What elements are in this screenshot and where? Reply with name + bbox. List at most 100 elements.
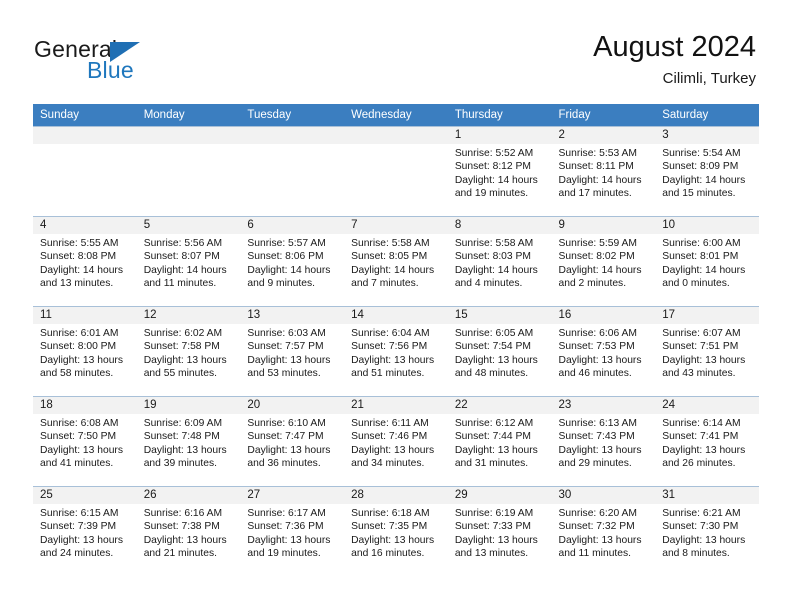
sunrise-text: Sunrise: 5:52 AM xyxy=(454,148,534,159)
calendar-cell-empty xyxy=(240,126,345,217)
sunrise-text: Sunrise: 6:18 AM xyxy=(351,508,430,519)
calendar-cell-day[interactable]: 20 Sunrise: 6:10 AM Sunset: 7:47 PM Dayligh… xyxy=(240,396,345,487)
day-number: 26 xyxy=(136,487,241,504)
calendar-cell-day[interactable]: 23 Sunrise: 6:13 AM Sunset: 7:43 PM Dayligh… xyxy=(551,396,656,487)
daylight-text: Daylight: 14 hours and 4 minutes. xyxy=(454,264,538,290)
daylight-text: Daylight: 13 hours and 13 minutes. xyxy=(454,534,538,560)
calendar-cell-day[interactable]: 6 Sunrise: 5:57 AM Sunset: 8:06 PM Daylight… xyxy=(240,216,345,307)
daylight-text: Daylight: 14 hours and 19 minutes. xyxy=(454,174,538,200)
day-details: Sunrise: 6:18 AM Sunset: 7:35 PM Daylight:… xyxy=(344,504,448,561)
calendar-cell-day[interactable]: 10 Sunrise: 6:00 AM Sunset: 8:01 PM Dayligh… xyxy=(655,216,759,307)
calendar-table: Sunday Monday Tuesday Wednesday Thursday… xyxy=(33,104,759,576)
calendar-cell-day[interactable]: 9 Sunrise: 5:59 AM Sunset: 8:02 PM Daylight… xyxy=(551,216,656,307)
day-number: 8 xyxy=(447,217,552,234)
calendar-cell-empty xyxy=(136,126,241,217)
sunrise-text: Sunrise: 5:58 AM xyxy=(454,238,534,249)
calendar-cell-day[interactable]: 7 Sunrise: 5:58 AM Sunset: 8:05 PM Daylight… xyxy=(344,216,448,307)
calendar-cell-day[interactable]: 31 Sunrise: 6:21 AM Sunset: 7:30 PM Dayligh… xyxy=(655,486,759,576)
sunrise-text: Sunrise: 5:54 AM xyxy=(662,148,741,159)
calendar-cell-day[interactable]: 28 Sunrise: 6:18 AM Sunset: 7:35 PM Dayligh… xyxy=(344,486,448,576)
day-cell: 20 Sunrise: 6:10 AM Sunset: 7:47 PM Dayligh… xyxy=(240,397,345,486)
day-cell xyxy=(344,127,448,216)
day-details: Sunrise: 6:20 AM Sunset: 7:32 PM Daylight:… xyxy=(552,504,656,561)
daylight-text: Daylight: 13 hours and 31 minutes. xyxy=(454,444,538,470)
sunset-text: Sunset: 7:57 PM xyxy=(247,341,324,353)
calendar-cell-day[interactable]: 19 Sunrise: 6:09 AM Sunset: 7:48 PM Dayligh… xyxy=(136,396,241,487)
day-details: Sunrise: 6:10 AM Sunset: 7:47 PM Daylight:… xyxy=(240,414,344,471)
day-number: 17 xyxy=(655,307,759,324)
brand-logo[interactable]: General Blue xyxy=(34,36,264,88)
calendar-cell-empty xyxy=(33,126,137,217)
calendar-cell-day[interactable]: 24 Sunrise: 6:14 AM Sunset: 7:41 PM Dayligh… xyxy=(655,396,759,487)
sunset-text: Sunset: 7:36 PM xyxy=(247,521,324,533)
calendar-cell-day[interactable]: 21 Sunrise: 6:11 AM Sunset: 7:46 PM Dayligh… xyxy=(344,396,448,487)
day-number: 3 xyxy=(655,127,759,144)
calendar-cell-day[interactable]: 11 Sunrise: 6:01 AM Sunset: 8:00 PM Dayligh… xyxy=(33,306,137,397)
calendar-cell-day[interactable]: 22 Sunrise: 6:12 AM Sunset: 7:44 PM Dayligh… xyxy=(447,396,552,487)
calendar-cell-day[interactable]: 30 Sunrise: 6:20 AM Sunset: 7:32 PM Dayligh… xyxy=(551,486,656,576)
sunset-text: Sunset: 7:54 PM xyxy=(454,341,531,353)
day-number: 22 xyxy=(447,397,552,414)
daylight-text: Daylight: 13 hours and 21 minutes. xyxy=(143,534,227,560)
day-details: Sunrise: 6:05 AM Sunset: 7:54 PM Daylight:… xyxy=(448,324,552,381)
day-cell: 13 Sunrise: 6:03 AM Sunset: 7:57 PM Dayligh… xyxy=(240,307,345,396)
daylight-text: Daylight: 14 hours and 15 minutes. xyxy=(662,174,746,200)
day-details: Sunrise: 6:12 AM Sunset: 7:44 PM Daylight:… xyxy=(448,414,552,471)
calendar-cell-day[interactable]: 12 Sunrise: 6:02 AM Sunset: 7:58 PM Dayligh… xyxy=(136,306,241,397)
day-details: Sunrise: 5:58 AM Sunset: 8:05 PM Daylight:… xyxy=(344,234,448,291)
day-cell: 7 Sunrise: 5:58 AM Sunset: 8:05 PM Daylight… xyxy=(344,217,448,306)
calendar-cell-day[interactable]: 29 Sunrise: 6:19 AM Sunset: 7:33 PM Dayligh… xyxy=(447,486,552,576)
day-number: 30 xyxy=(551,487,656,504)
calendar-cell-day[interactable]: 4 Sunrise: 5:55 AM Sunset: 8:08 PM Daylight… xyxy=(33,216,137,307)
daylight-text: Daylight: 13 hours and 43 minutes. xyxy=(662,354,746,380)
daylight-text: Daylight: 14 hours and 2 minutes. xyxy=(558,264,642,290)
sunrise-text: Sunrise: 6:00 AM xyxy=(662,238,741,249)
calendar-cell-day[interactable]: 15 Sunrise: 6:05 AM Sunset: 7:54 PM Dayligh… xyxy=(447,306,552,397)
calendar-cell-day[interactable]: 13 Sunrise: 6:03 AM Sunset: 7:57 PM Dayligh… xyxy=(240,306,345,397)
column-header-thursday: Thursday xyxy=(447,104,552,127)
sunrise-text: Sunrise: 6:15 AM xyxy=(40,508,119,519)
day-cell: 15 Sunrise: 6:05 AM Sunset: 7:54 PM Dayligh… xyxy=(447,307,552,396)
calendar-week-row: 1 Sunrise: 5:52 AM Sunset: 8:12 PM Daylight… xyxy=(33,126,759,217)
calendar-cell-day[interactable]: 14 Sunrise: 6:04 AM Sunset: 7:56 PM Dayligh… xyxy=(344,306,448,397)
calendar-cell-day[interactable]: 1 Sunrise: 5:52 AM Sunset: 8:12 PM Daylight… xyxy=(447,126,552,217)
sunrise-text: Sunrise: 5:58 AM xyxy=(351,238,430,249)
sunrise-text: Sunrise: 6:05 AM xyxy=(454,328,534,339)
sunset-text: Sunset: 7:41 PM xyxy=(662,431,739,443)
sunset-text: Sunset: 7:39 PM xyxy=(40,521,117,533)
calendar-cell-day[interactable]: 2 Sunrise: 5:53 AM Sunset: 8:11 PM Daylight… xyxy=(551,126,656,217)
daylight-text: Daylight: 13 hours and 55 minutes. xyxy=(143,354,227,380)
day-cell: 30 Sunrise: 6:20 AM Sunset: 7:32 PM Dayligh… xyxy=(551,487,656,576)
daylight-text: Daylight: 13 hours and 48 minutes. xyxy=(454,354,538,380)
sunrise-text: Sunrise: 6:08 AM xyxy=(40,418,119,429)
daylight-text: Daylight: 14 hours and 13 minutes. xyxy=(40,264,123,290)
sunset-text: Sunset: 7:38 PM xyxy=(143,521,220,533)
sunset-text: Sunset: 7:47 PM xyxy=(247,431,324,443)
sunrise-text: Sunrise: 6:19 AM xyxy=(454,508,534,519)
sunrise-text: Sunrise: 6:01 AM xyxy=(40,328,119,339)
day-details: Sunrise: 5:59 AM Sunset: 8:02 PM Daylight:… xyxy=(552,234,656,291)
day-cell: 10 Sunrise: 6:00 AM Sunset: 8:01 PM Dayligh… xyxy=(655,217,759,306)
calendar-cell-day[interactable]: 16 Sunrise: 6:06 AM Sunset: 7:53 PM Dayligh… xyxy=(551,306,656,397)
daylight-text: Daylight: 13 hours and 46 minutes. xyxy=(558,354,642,380)
calendar-cell-day[interactable]: 27 Sunrise: 6:17 AM Sunset: 7:36 PM Dayligh… xyxy=(240,486,345,576)
calendar-cell-day[interactable]: 8 Sunrise: 5:58 AM Sunset: 8:03 PM Daylight… xyxy=(447,216,552,307)
calendar-cell-day[interactable]: 17 Sunrise: 6:07 AM Sunset: 7:51 PM Dayligh… xyxy=(655,306,759,397)
day-cell: 27 Sunrise: 6:17 AM Sunset: 7:36 PM Dayligh… xyxy=(240,487,345,576)
sunset-text: Sunset: 8:09 PM xyxy=(662,161,739,173)
calendar-cell-day[interactable]: 18 Sunrise: 6:08 AM Sunset: 7:50 PM Dayligh… xyxy=(33,396,137,487)
sunset-text: Sunset: 8:07 PM xyxy=(143,251,220,263)
sunrise-text: Sunrise: 6:04 AM xyxy=(351,328,430,339)
sunrise-text: Sunrise: 6:07 AM xyxy=(662,328,741,339)
daylight-text: Daylight: 13 hours and 41 minutes. xyxy=(40,444,123,470)
day-details: Sunrise: 6:00 AM Sunset: 8:01 PM Daylight:… xyxy=(655,234,759,291)
day-details: Sunrise: 6:06 AM Sunset: 7:53 PM Daylight:… xyxy=(552,324,656,381)
day-number xyxy=(344,127,448,144)
calendar-cell-day[interactable]: 5 Sunrise: 5:56 AM Sunset: 8:07 PM Daylight… xyxy=(136,216,241,307)
daylight-text: Daylight: 13 hours and 19 minutes. xyxy=(247,534,331,560)
calendar-cell-day[interactable]: 26 Sunrise: 6:16 AM Sunset: 7:38 PM Dayligh… xyxy=(136,486,241,576)
calendar-cell-day[interactable]: 3 Sunrise: 5:54 AM Sunset: 8:09 PM Daylight… xyxy=(655,126,759,217)
sunset-text: Sunset: 7:33 PM xyxy=(454,521,531,533)
daylight-text: Daylight: 13 hours and 39 minutes. xyxy=(143,444,227,470)
calendar-cell-day[interactable]: 25 Sunrise: 6:15 AM Sunset: 7:39 PM Dayligh… xyxy=(33,486,137,576)
